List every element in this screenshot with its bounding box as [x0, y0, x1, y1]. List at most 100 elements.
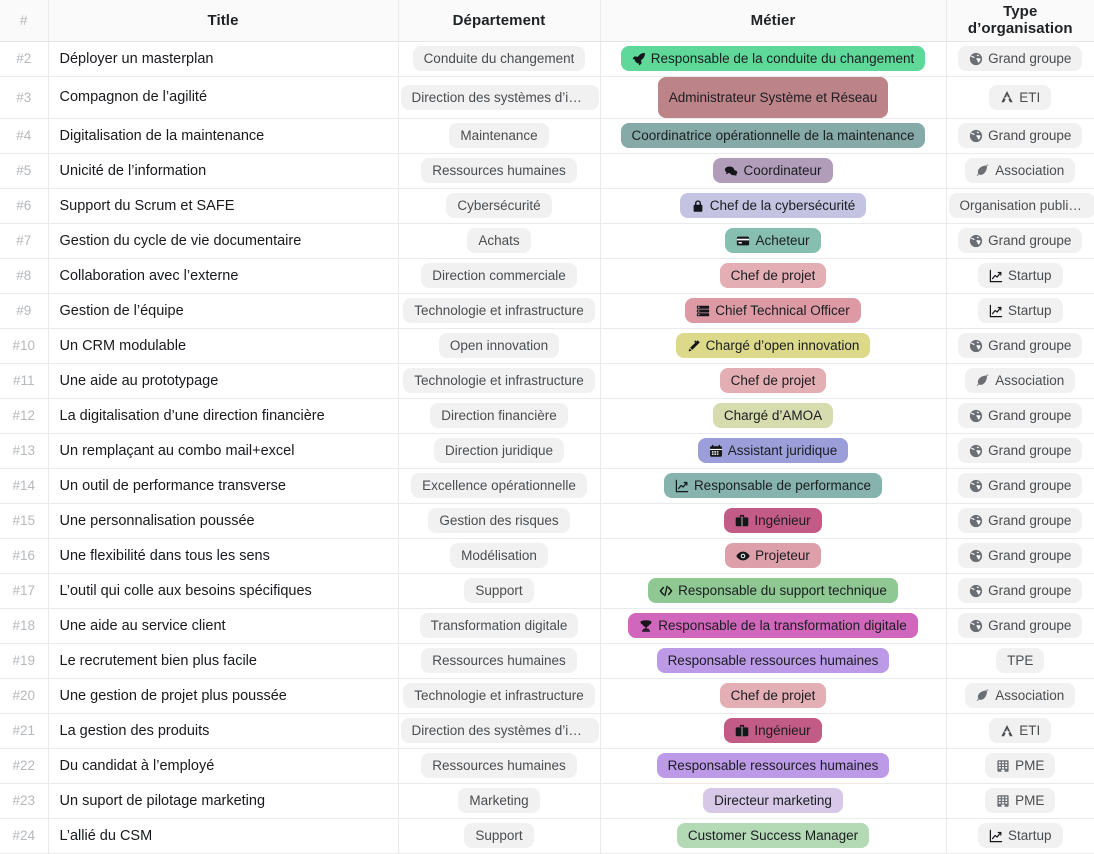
metier-badge[interactable]: Responsable ressources humaines: [657, 753, 890, 778]
type-organisation-badge[interactable]: Association: [965, 158, 1075, 183]
row-metier-cell[interactable]: Chef de projet: [600, 678, 946, 713]
row-departement-cell[interactable]: Open innovation: [398, 328, 600, 363]
row-departement-cell[interactable]: Technologie et infrastructure: [398, 293, 600, 328]
row-type-organisation-cell[interactable]: Grand groupe: [946, 538, 1094, 573]
table-row[interactable]: #14Un outil de performance transverseExc…: [0, 468, 1094, 503]
metier-badge[interactable]: Ingénieur: [724, 718, 821, 743]
row-title-cell[interactable]: Déployer un masterplan: [48, 41, 398, 76]
row-departement-cell[interactable]: Support: [398, 818, 600, 853]
metier-badge[interactable]: Responsable du support technique: [648, 578, 898, 603]
table-row[interactable]: #6Support du Scrum et SAFECybersécuritéC…: [0, 188, 1094, 223]
row-departement-cell[interactable]: Ressources humaines: [398, 153, 600, 188]
row-departement-cell[interactable]: Transformation digitale: [398, 608, 600, 643]
type-organisation-badge[interactable]: ETI: [989, 85, 1051, 110]
table-row[interactable]: #21La gestion des produitsDirection des …: [0, 713, 1094, 748]
table-row[interactable]: #3Compagnon de l’agilitéDirection des sy…: [0, 76, 1094, 118]
row-type-organisation-cell[interactable]: Grand groupe: [946, 433, 1094, 468]
row-departement-cell[interactable]: Excellence opérationnelle: [398, 468, 600, 503]
row-title-cell[interactable]: Digitalisation de la maintenance: [48, 118, 398, 153]
metier-badge[interactable]: Responsable ressources humaines: [657, 648, 890, 673]
table-row[interactable]: #23Un suport de pilotage marketingMarket…: [0, 783, 1094, 818]
metier-badge[interactable]: Chef de la cybersécurité: [680, 193, 867, 218]
column-header-type-organisation[interactable]: Type d’organisation: [946, 0, 1094, 41]
row-departement-cell[interactable]: Technologie et infrastructure: [398, 363, 600, 398]
row-title-cell[interactable]: Une aide au service client: [48, 608, 398, 643]
type-organisation-badge[interactable]: Association: [965, 683, 1075, 708]
type-organisation-badge[interactable]: Startup: [978, 298, 1063, 323]
departement-badge[interactable]: Technologie et infrastructure: [403, 298, 595, 323]
type-organisation-badge[interactable]: Grand groupe: [958, 578, 1082, 603]
row-type-organisation-cell[interactable]: PME: [946, 748, 1094, 783]
table-row[interactable]: #2Déployer un masterplanConduite du chan…: [0, 41, 1094, 76]
metier-badge[interactable]: Coordinatrice opérationnelle de la maint…: [621, 123, 926, 148]
row-title-cell[interactable]: Compagnon de l’agilité: [48, 76, 398, 118]
departement-badge[interactable]: Direction des systèmes d’infor…: [401, 85, 599, 110]
type-organisation-badge[interactable]: Startup: [978, 823, 1063, 848]
row-title-cell[interactable]: Du candidat à l’employé: [48, 748, 398, 783]
metier-badge[interactable]: Chargé d’open innovation: [676, 333, 871, 358]
metier-badge[interactable]: Chef de projet: [720, 368, 827, 393]
departement-badge[interactable]: Ressources humaines: [421, 753, 577, 778]
type-organisation-badge[interactable]: PME: [985, 753, 1055, 778]
row-title-cell[interactable]: Une flexibilité dans tous les sens: [48, 538, 398, 573]
departement-badge[interactable]: Technologie et infrastructure: [403, 683, 595, 708]
type-organisation-badge[interactable]: Grand groupe: [958, 333, 1082, 358]
departement-badge[interactable]: Direction juridique: [434, 438, 564, 463]
table-row[interactable]: #10Un CRM modulableOpen innovationChargé…: [0, 328, 1094, 363]
row-title-cell[interactable]: Gestion de l’équipe: [48, 293, 398, 328]
departement-badge[interactable]: Technologie et infrastructure: [403, 368, 595, 393]
type-organisation-badge[interactable]: Grand groupe: [958, 46, 1082, 71]
type-organisation-badge[interactable]: Grand groupe: [958, 543, 1082, 568]
departement-badge[interactable]: Support: [464, 578, 533, 603]
column-header-title[interactable]: Title: [48, 0, 398, 41]
type-organisation-badge[interactable]: Organisation publique: [949, 193, 1094, 218]
row-title-cell[interactable]: Un remplaçant au combo mail+excel: [48, 433, 398, 468]
row-metier-cell[interactable]: Assistant juridique: [600, 433, 946, 468]
departement-badge[interactable]: Marketing: [458, 788, 539, 813]
table-row[interactable]: #16Une flexibilité dans tous les sensMod…: [0, 538, 1094, 573]
table-row[interactable]: #7Gestion du cycle de vie documentaireAc…: [0, 223, 1094, 258]
row-title-cell[interactable]: Une aide au prototypage: [48, 363, 398, 398]
departement-badge[interactable]: Support: [464, 823, 533, 848]
row-type-organisation-cell[interactable]: Organisation publique: [946, 188, 1094, 223]
row-metier-cell[interactable]: Chief Technical Officer: [600, 293, 946, 328]
metier-badge[interactable]: Coordinateur: [713, 158, 832, 183]
row-departement-cell[interactable]: Direction des systèmes d’infor…: [398, 76, 600, 118]
type-organisation-badge[interactable]: Grand groupe: [958, 123, 1082, 148]
departement-badge[interactable]: Open innovation: [439, 333, 559, 358]
departement-badge[interactable]: Achats: [467, 228, 530, 253]
metier-badge[interactable]: Responsable de la transformation digital…: [628, 613, 917, 638]
type-organisation-badge[interactable]: Grand groupe: [958, 613, 1082, 638]
row-type-organisation-cell[interactable]: Grand groupe: [946, 503, 1094, 538]
row-departement-cell[interactable]: Cybersécurité: [398, 188, 600, 223]
row-type-organisation-cell[interactable]: TPE: [946, 643, 1094, 678]
row-type-organisation-cell[interactable]: Grand groupe: [946, 118, 1094, 153]
row-metier-cell[interactable]: Responsable de la transformation digital…: [600, 608, 946, 643]
metier-badge[interactable]: Responsable de la conduite du changement: [621, 46, 925, 71]
row-title-cell[interactable]: La gestion des produits: [48, 713, 398, 748]
metier-badge[interactable]: Chief Technical Officer: [685, 298, 861, 323]
row-type-organisation-cell[interactable]: Startup: [946, 258, 1094, 293]
row-metier-cell[interactable]: Chargé d’open innovation: [600, 328, 946, 363]
row-title-cell[interactable]: Une gestion de projet plus poussée: [48, 678, 398, 713]
row-metier-cell[interactable]: Coordinatrice opérationnelle de la maint…: [600, 118, 946, 153]
row-metier-cell[interactable]: Coordinateur: [600, 153, 946, 188]
row-metier-cell[interactable]: Chef de projet: [600, 258, 946, 293]
metier-badge[interactable]: Assistant juridique: [698, 438, 849, 463]
departement-badge[interactable]: Direction financière: [430, 403, 568, 428]
type-organisation-badge[interactable]: Grand groupe: [958, 508, 1082, 533]
row-title-cell[interactable]: Un CRM modulable: [48, 328, 398, 363]
metier-badge[interactable]: Acheteur: [725, 228, 820, 253]
row-departement-cell[interactable]: Support: [398, 573, 600, 608]
row-type-organisation-cell[interactable]: Grand groupe: [946, 223, 1094, 258]
row-type-organisation-cell[interactable]: ETI: [946, 713, 1094, 748]
table-row[interactable]: #20Une gestion de projet plus pousséeTec…: [0, 678, 1094, 713]
table-row[interactable]: #9Gestion de l’équipeTechnologie et infr…: [0, 293, 1094, 328]
metier-badge[interactable]: Chef de projet: [720, 683, 827, 708]
table-row[interactable]: #12La digitalisation d’une direction fin…: [0, 398, 1094, 433]
row-title-cell[interactable]: L’outil qui colle aux besoins spécifique…: [48, 573, 398, 608]
row-departement-cell[interactable]: Direction commerciale: [398, 258, 600, 293]
metier-badge[interactable]: Directeur marketing: [703, 788, 843, 813]
departement-badge[interactable]: Modélisation: [450, 543, 548, 568]
row-type-organisation-cell[interactable]: Grand groupe: [946, 608, 1094, 643]
